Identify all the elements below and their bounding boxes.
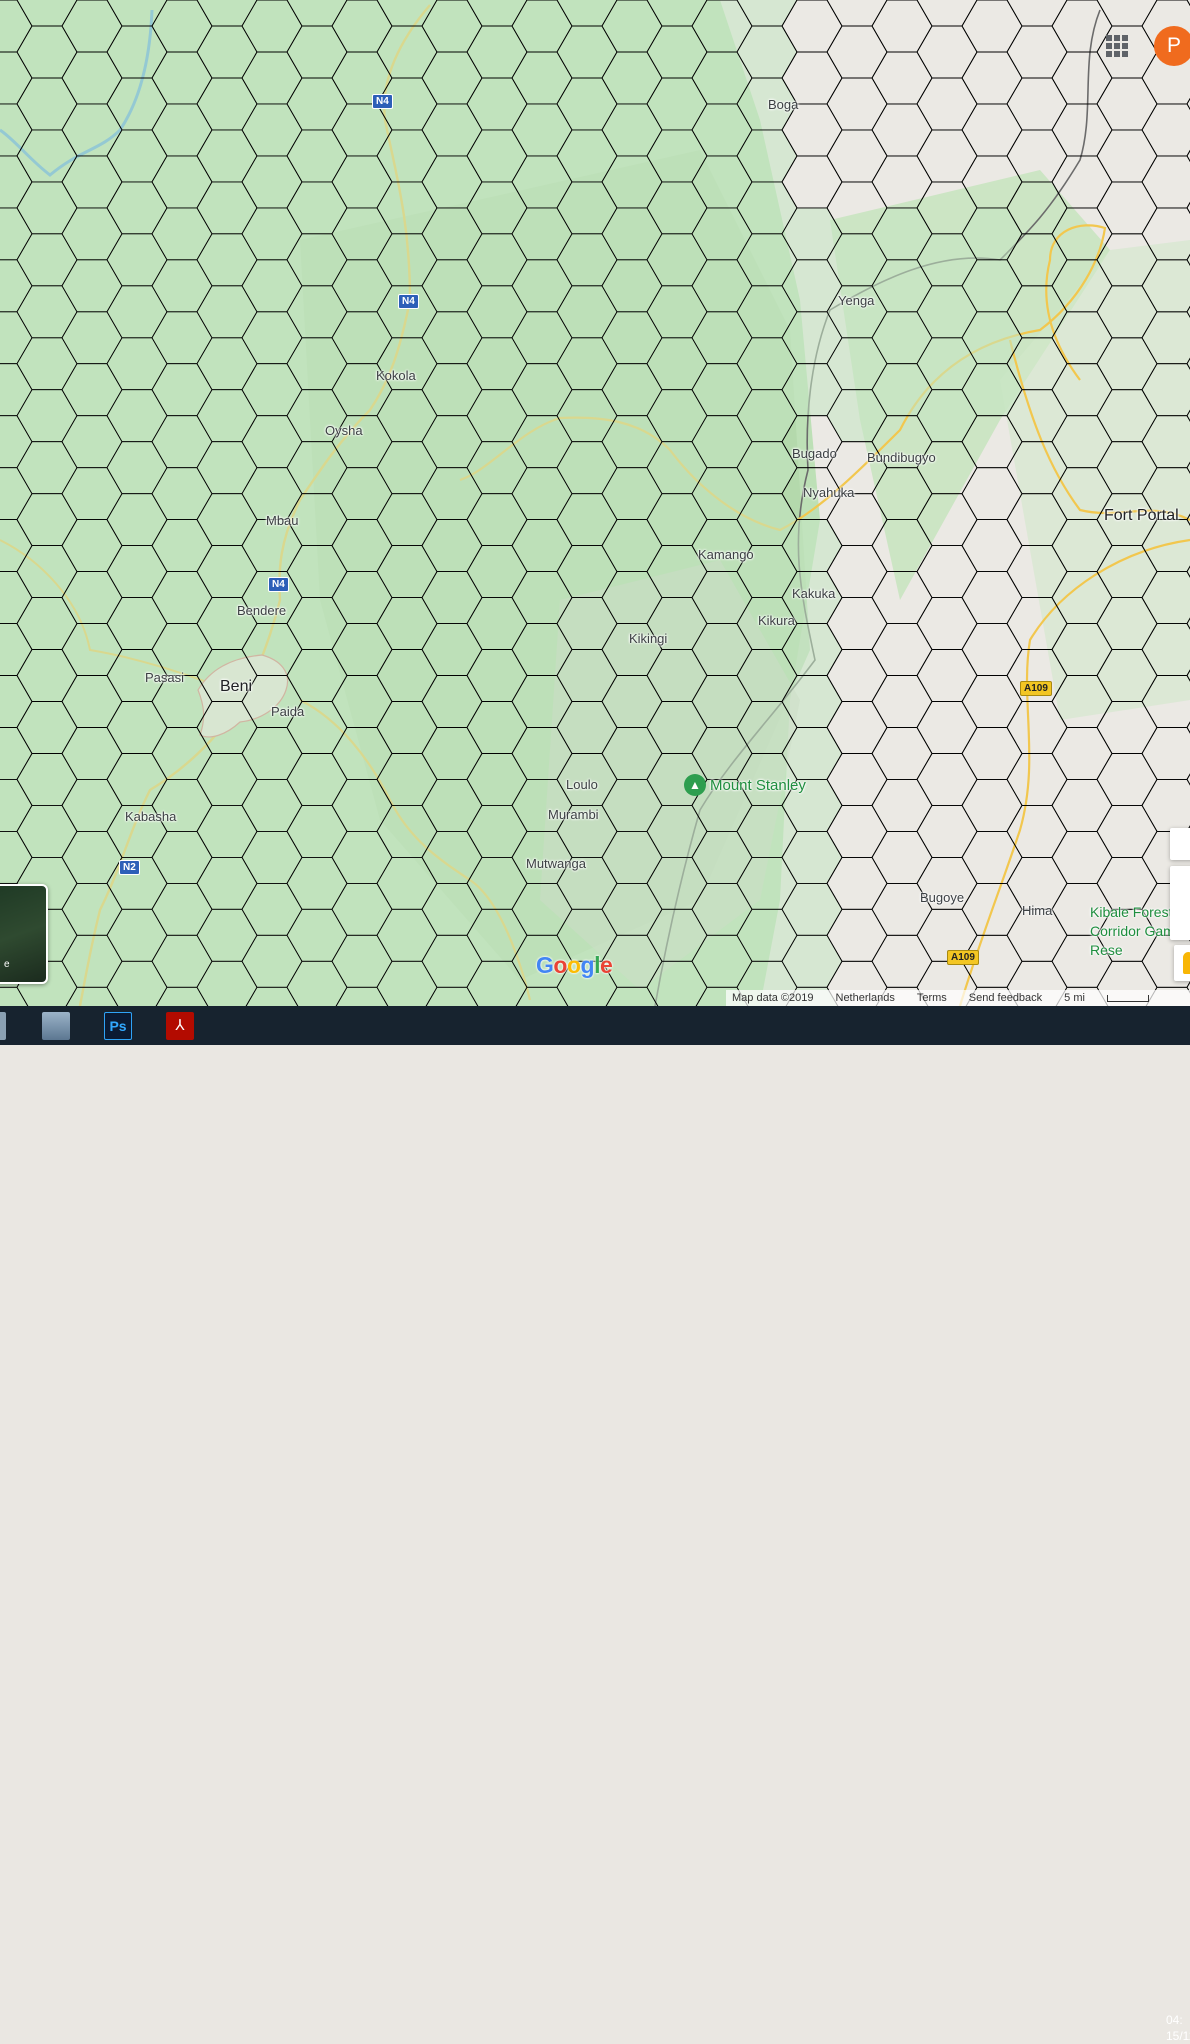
place-label-pasasi: Pasasi — [145, 670, 185, 685]
road-shield-n4: N4 — [398, 294, 419, 309]
tray-clock[interactable]: 04: 15/11/ — [1166, 2012, 1190, 2044]
account-avatar[interactable]: P — [1154, 26, 1190, 66]
layer-thumb-label: e — [4, 959, 10, 970]
place-label-kikura: Kikura — [758, 613, 795, 628]
road-shield-n4: N4 — [268, 577, 289, 592]
place-label-mutwanga: Mutwanga — [526, 856, 586, 871]
road-shield-n4: N4 — [372, 94, 393, 109]
tray-date: 15/11/ — [1166, 2029, 1190, 2043]
google-logo: Google — [536, 952, 613, 978]
place-label-kamango: Kamango — [698, 547, 754, 562]
scale-bar — [1106, 994, 1149, 1002]
apps-grid-icon[interactable] — [1106, 35, 1128, 57]
taskbar: Ps ⅄ 04: 15/11/ — [0, 1006, 1190, 2043]
terms-link[interactable]: Terms — [917, 992, 947, 1004]
map-footer: Map data ©2019 Netherlands Terms Send fe… — [726, 990, 1190, 1006]
map-data-attribution: Map data ©2019 — [732, 992, 814, 1004]
place-label-kakuka: Kakuka — [792, 586, 836, 601]
place-label-hima: Hima — [1022, 903, 1053, 918]
place-label-murambi: Murambi — [548, 807, 599, 822]
place-label-oysha: Oysha — [325, 423, 363, 438]
place-label-beni: Beni — [220, 678, 253, 695]
place-label-kokola: Kokola — [376, 368, 416, 383]
place-label-kabasha: Kabasha — [125, 809, 177, 824]
place-label-bugado: Bugado — [792, 446, 837, 461]
road-shield-a109: A109 — [947, 950, 979, 965]
place-label-bundibugyo: Bundibugyo — [867, 450, 936, 465]
place-label-bugoye: Bugoye — [920, 890, 965, 905]
send-feedback-link[interactable]: Send feedback — [969, 992, 1042, 1004]
place-label-paida: Paida — [271, 704, 305, 719]
place-label-loulo: Loulo — [566, 777, 598, 792]
map-canvas[interactable]: Boga Yenga Kokola Oysha Bugado Bundibugy… — [0, 0, 1190, 1006]
hex-grid-overlay — [0, 0, 1190, 1006]
place-label-mbau: Mbau — [266, 513, 299, 528]
region-link[interactable]: Netherlands — [836, 992, 895, 1004]
place-label-bendere: Bendere — [237, 603, 287, 618]
zoom-controls[interactable] — [1170, 866, 1190, 940]
satellite-layer-thumbnail[interactable]: e — [0, 884, 48, 984]
road-shield-a109: A109 — [1020, 681, 1052, 696]
file-explorer-icon[interactable] — [42, 1012, 70, 1040]
poi-label-mount-stanley[interactable]: Mount Stanley — [710, 777, 806, 794]
location-button[interactable] — [1170, 828, 1190, 860]
scale-label[interactable]: 5 mi — [1064, 992, 1085, 1004]
place-label-boga: Boga — [768, 97, 799, 112]
place-label-yenga: Yenga — [838, 293, 875, 308]
tray-time: 04: — [1166, 2013, 1183, 2027]
photoshop-icon[interactable]: Ps — [104, 1012, 132, 1040]
place-label-kikingi: Kikingi — [629, 631, 668, 646]
recycle-bin-icon[interactable] — [0, 1012, 6, 1040]
acrobat-icon[interactable]: ⅄ — [166, 1012, 194, 1040]
road-shield-n2: N2 — [119, 860, 140, 875]
street-view-pegman-icon[interactable] — [1174, 945, 1190, 981]
place-label-fort-portal: Fort Portal — [1104, 507, 1179, 524]
place-label-nyahuka: Nyahuka — [803, 485, 855, 500]
mountain-pin-icon[interactable]: ▲ — [684, 774, 706, 796]
